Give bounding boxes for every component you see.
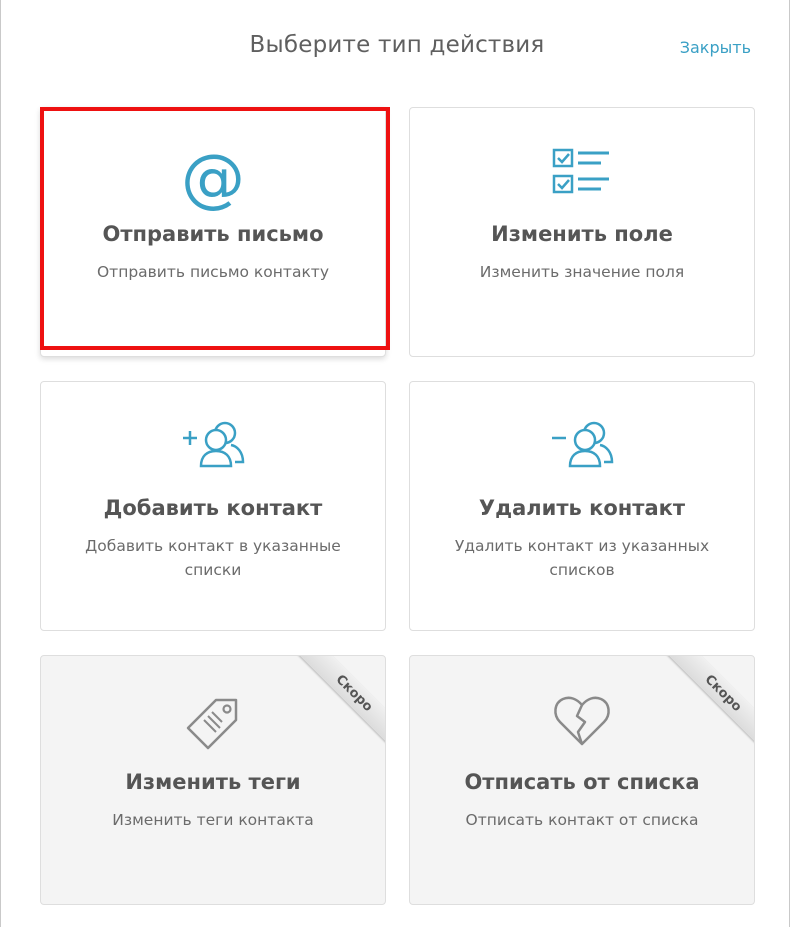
soon-badge: Скоро	[292, 656, 385, 755]
card-description: Удалить контакт из указанных списков	[454, 537, 710, 579]
action-card-change-tags: Изменить теги Изменить теги контакта Ско…	[40, 655, 386, 905]
checklist-icon	[552, 148, 609, 194]
remove-users-icon	[552, 421, 614, 468]
card-description: Добавить контакт в указанные списки	[85, 537, 341, 579]
card-description: Отписать контакт от списка	[465, 811, 699, 829]
soon-ribbon: Скоро	[275, 656, 385, 766]
close-link[interactable]: Закрыть	[680, 38, 751, 57]
action-card-unsubscribe: Отписать от списка Отписать контакт от с…	[409, 655, 755, 905]
action-card-add-contact[interactable]: Добавить контакт Добавить контакт в указ…	[40, 381, 386, 631]
soon-badge: Скоро	[661, 656, 754, 755]
card-title: Отправить письмо	[102, 222, 324, 246]
card-title: Удалить контакт	[478, 496, 686, 520]
tag-icon	[186, 698, 238, 750]
card-title: Изменить поле	[491, 222, 673, 246]
action-card-change-field[interactable]: Изменить поле Изменить значение поля	[409, 107, 755, 357]
card-title: Отписать от списка	[464, 770, 700, 794]
soon-ribbon: Скоро	[644, 656, 754, 766]
broken-heart-icon	[554, 696, 610, 746]
action-card-send-email[interactable]: @ Отправить письмо Отправить письмо конт…	[40, 107, 386, 357]
add-users-icon	[183, 421, 245, 468]
card-description: Изменить теги контакта	[112, 811, 314, 829]
dialog-frame: Выберите тип действия Закрыть @ Отправит…	[0, 0, 790, 927]
svg-text:@: @	[181, 144, 245, 214]
at-sign-icon: @	[181, 144, 245, 214]
action-card-remove-contact[interactable]: Удалить контакт Удалить контакт из указа…	[409, 381, 755, 631]
card-description: Отправить письмо контакту	[96, 263, 330, 281]
card-description: Изменить значение поля	[479, 263, 685, 281]
card-title: Добавить контакт	[103, 496, 323, 520]
card-title: Изменить теги	[125, 770, 301, 794]
dialog-title: Выберите тип действия	[249, 32, 545, 58]
